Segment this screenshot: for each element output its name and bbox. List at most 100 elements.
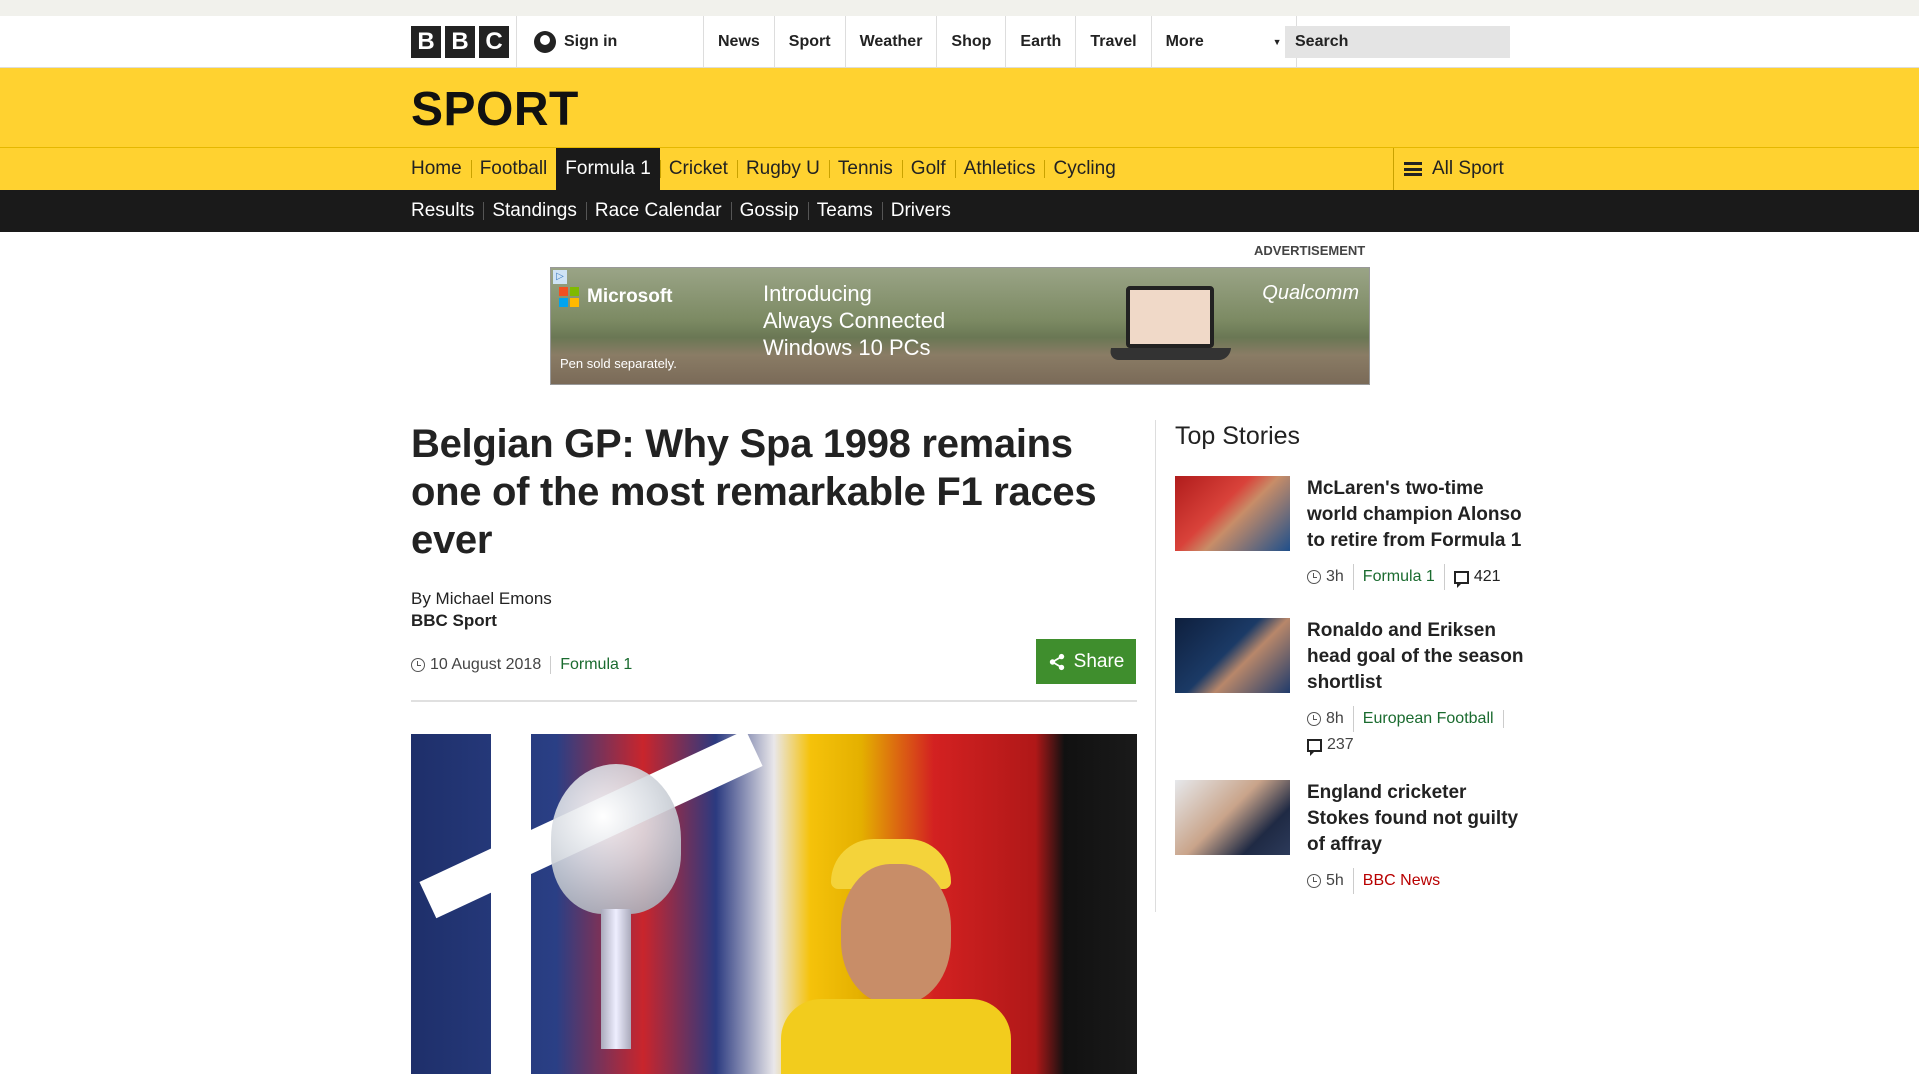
share-icon (1049, 653, 1064, 670)
ad-headline-line: Introducing (763, 281, 872, 306)
all-sport-label: All Sport (1432, 158, 1504, 179)
advertisement-label: ADVERTISEMENT (1254, 243, 1366, 258)
story-meta: 3h Formula 1 421 (1307, 564, 1525, 590)
comment-count[interactable]: 237 (1327, 732, 1354, 758)
share-button[interactable]: Share (1036, 639, 1136, 684)
all-sport-menu[interactable]: All Sport (1393, 148, 1504, 190)
bbc-logo[interactable]: B B C (411, 26, 509, 58)
logo-letter: C (479, 26, 509, 58)
driver-image (841, 864, 951, 1004)
clock-icon (411, 658, 425, 672)
story-item[interactable]: McLaren's two-time world champion Alonso… (1175, 476, 1525, 596)
sport-nav: Home Football Formula 1 Cricket Rugby U … (0, 148, 1919, 190)
caret-down-icon: ▼ (1272, 37, 1282, 47)
clock-icon (1307, 712, 1321, 726)
ad-headline: Introducing Always Connected Windows 10 … (763, 280, 983, 361)
sport-nav-tennis[interactable]: Tennis (828, 148, 902, 190)
story-thumbnail[interactable] (1175, 780, 1290, 855)
global-nav: B B C Sign in News Sport Weather Shop Ea… (0, 16, 1919, 68)
share-label: Share (1073, 650, 1125, 672)
sport-nav-home[interactable]: Home (411, 148, 471, 190)
story-time: 8h (1326, 710, 1344, 727)
ad-footnote: Pen sold separately. (560, 356, 677, 371)
ad-headline-line: Always Connected (763, 308, 946, 333)
comments-icon (1307, 738, 1322, 756)
story-thumbnail[interactable] (1175, 476, 1290, 551)
subnav-race-calendar[interactable]: Race Calendar (585, 190, 731, 232)
laptop-image (1106, 286, 1236, 364)
top-stories-heading: Top Stories (1175, 422, 1301, 450)
story-item[interactable]: Ronaldo and Eriksen head goal of the sea… (1175, 618, 1525, 758)
article-category-link[interactable]: Formula 1 (550, 656, 632, 674)
story-title[interactable]: McLaren's two-time world champion Alonso… (1307, 476, 1525, 554)
microsoft-brand: Microsoft (559, 286, 673, 308)
nav-link-weather[interactable]: Weather (844, 16, 937, 68)
byline: By Michael Emons BBC Sport (411, 588, 1137, 632)
author: By Michael Emons (411, 589, 552, 608)
story-title[interactable]: Ronaldo and Eriksen head goal of the sea… (1307, 618, 1525, 696)
nav-link-travel[interactable]: Travel (1075, 16, 1150, 68)
article-date: 10 August 2018 (430, 656, 542, 673)
story-time: 5h (1326, 872, 1344, 889)
nav-link-earth[interactable]: Earth (1005, 16, 1075, 68)
story-comments[interactable]: 421 (1443, 564, 1501, 590)
story-meta: 5h BBC News (1307, 868, 1525, 894)
story-category[interactable]: European Football (1352, 706, 1494, 732)
article: Belgian GP: Why Spa 1998 remains one of … (411, 420, 1137, 1074)
trophy-image (551, 764, 681, 914)
nav-link-news[interactable]: News (703, 16, 774, 68)
ad-brand: Microsoft (587, 286, 673, 307)
article-headline: Belgian GP: Why Spa 1998 remains one of … (411, 422, 1097, 562)
subnav-standings[interactable]: Standings (483, 190, 586, 232)
nav-link-shop[interactable]: Shop (936, 16, 1005, 68)
logo-letter: B (445, 26, 475, 58)
story-time: 3h (1326, 568, 1344, 585)
search-box (1285, 26, 1514, 58)
sign-in-label: Sign in (564, 33, 618, 50)
ad-partner: Qualcomm (1262, 282, 1359, 304)
logo-letter: B (411, 26, 441, 58)
search-input[interactable] (1295, 33, 1514, 51)
f1-subnav: Results Standings Race Calendar Gossip T… (0, 190, 1919, 232)
story-title[interactable]: England cricketer Stokes found not guilt… (1307, 780, 1525, 858)
sport-nav-formula1[interactable]: Formula 1 (556, 148, 660, 190)
author-org: BBC Sport (411, 611, 497, 630)
comments-icon (1453, 570, 1469, 588)
clock-icon (1307, 570, 1321, 584)
story-meta: 8h European Football (1307, 706, 1525, 732)
article-meta: 10 August 2018 Formula 1 Share (411, 639, 1137, 702)
sport-nav-cycling[interactable]: Cycling (1044, 148, 1124, 190)
top-stories: Top Stories McLaren's two-time world cha… (1155, 420, 1525, 912)
microsoft-logo-icon (559, 287, 579, 307)
nav-link-sport[interactable]: Sport (773, 16, 845, 68)
comment-count: 421 (1473, 568, 1501, 585)
clock-icon (1307, 874, 1321, 888)
more-label: More (1165, 33, 1204, 50)
sport-nav-rugby-union[interactable]: Rugby U (736, 148, 829, 190)
sport-nav-football[interactable]: Football (470, 148, 557, 190)
story-category[interactable]: Formula 1 (1352, 564, 1435, 590)
menu-icon (1404, 162, 1422, 176)
sport-nav-cricket[interactable]: Cricket (659, 148, 737, 190)
article-hero-image (411, 734, 1137, 1074)
advertisement-banner[interactable]: ▷ Microsoft Introducing Always Connected… (550, 267, 1370, 385)
ad-headline-line: Windows 10 PCs (763, 335, 931, 360)
story-meta-comments: 237 (1307, 732, 1525, 758)
adchoices-icon[interactable]: ▷ (553, 270, 567, 284)
global-nav-links: News Sport Weather Shop Earth Travel Mor… (703, 16, 1297, 68)
sport-nav-athletics[interactable]: Athletics (954, 148, 1045, 190)
subnav-drivers[interactable]: Drivers (881, 190, 960, 232)
subnav-results[interactable]: Results (411, 190, 483, 232)
sport-title[interactable]: SPORT (411, 82, 579, 137)
top-strip (0, 0, 1919, 16)
more-dropdown[interactable]: More ▼ (1150, 16, 1297, 68)
subnav-gossip[interactable]: Gossip (730, 190, 808, 232)
story-item[interactable]: England cricketer Stokes found not guilt… (1175, 780, 1525, 900)
sign-in-link[interactable]: Sign in (516, 16, 709, 68)
meta-divider (1502, 710, 1513, 728)
sport-nav-golf[interactable]: Golf (901, 148, 955, 190)
subnav-teams[interactable]: Teams (807, 190, 882, 232)
sport-header: SPORT (0, 68, 1919, 148)
story-category[interactable]: BBC News (1352, 868, 1440, 894)
story-thumbnail[interactable] (1175, 618, 1290, 693)
